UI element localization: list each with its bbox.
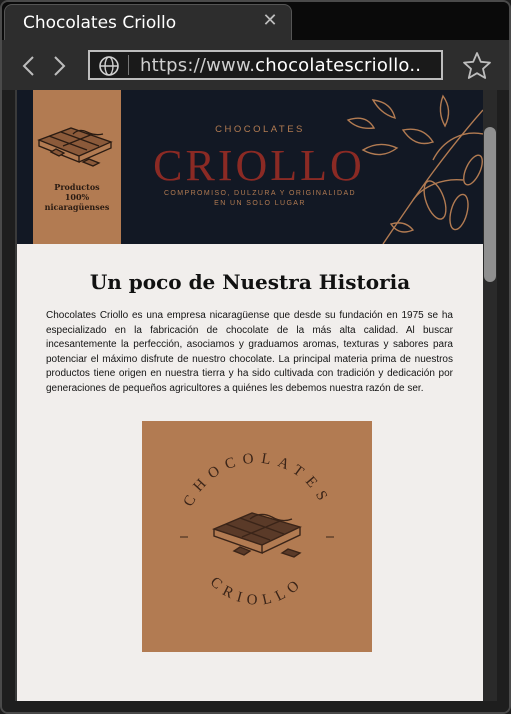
browser-window: Chocolates Criollo ✕ https://www.chocola… <box>0 0 511 714</box>
url-text: https://www.chocolatescriollo.. <box>140 55 421 76</box>
cacao-branch-illustration <box>346 94 483 244</box>
window-bottom-edge <box>2 701 509 712</box>
globe-icon <box>99 56 119 76</box>
url-scheme: https://www. <box>140 55 256 76</box>
story-paragraph: Chocolates Criollo es una empresa nicara… <box>46 310 453 394</box>
star-icon[interactable] <box>462 51 492 81</box>
tab-chocolates-criollo[interactable]: Chocolates Criollo ✕ <box>4 4 292 40</box>
chevron-right-icon[interactable] <box>48 54 70 78</box>
svg-text:CHOCOLATES: CHOCOLATES <box>181 451 334 510</box>
hero-banner: Productos 100% nicaragüenses CHOCOLATES … <box>17 90 483 244</box>
scrollbar-thumb[interactable] <box>484 127 496 282</box>
url-divider <box>128 55 129 75</box>
svg-text:CRIOLLO: CRIOLLO <box>207 574 307 609</box>
browser-toolbar: https://www.chocolatescriollo.. <box>2 40 509 90</box>
chevron-left-icon[interactable] <box>18 54 40 78</box>
tab-title: Chocolates Criollo <box>23 13 177 33</box>
logo-top-arc-text: CHOCOLATES <box>181 451 327 510</box>
logo-bottom-arc-text: CRIOLLO <box>207 574 301 609</box>
page-viewport[interactable]: Productos 100% nicaragüenses CHOCOLATES … <box>15 90 483 701</box>
url-host: chocolatescriollo.. <box>255 55 422 76</box>
section-title: Un poco de Nuestra Historia <box>89 270 411 294</box>
address-bar[interactable]: https://www.chocolatescriollo.. <box>88 50 443 80</box>
brand-logo: CHOCOLATES CRIOLLO <box>180 451 334 609</box>
close-icon[interactable]: ✕ <box>261 12 279 30</box>
tab-strip: Chocolates Criollo ✕ <box>2 2 509 40</box>
brand-logo-image: CHOCOLATES CRIOLLO <box>142 421 372 652</box>
